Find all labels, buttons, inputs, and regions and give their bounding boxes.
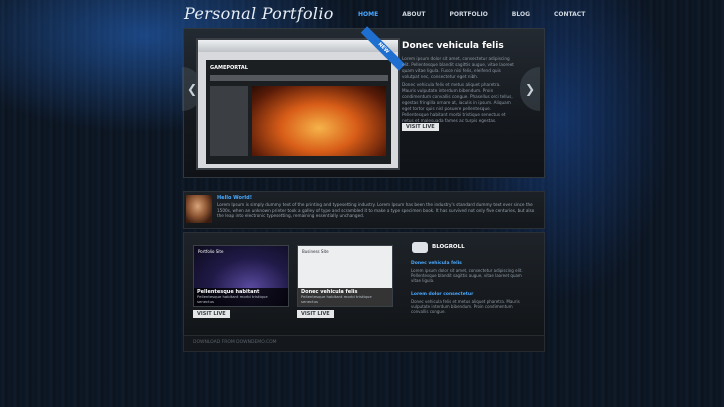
blog-post-title[interactable]: Lorem dolor consectetur bbox=[411, 292, 473, 297]
avatar bbox=[186, 195, 212, 223]
card-subtitle: Pellentesque habitant morbi tristique se… bbox=[197, 294, 268, 304]
card-1-visit-live-button[interactable]: VISIT LIVE bbox=[193, 310, 230, 318]
featured-paragraph-1: Lorem ipsum dolor sit amet, consectetur … bbox=[402, 56, 514, 79]
nav-contact[interactable]: CONTACT bbox=[554, 11, 585, 18]
portfolio-card-2[interactable]: Business Site Donec vehicula felis Pelle… bbox=[297, 245, 393, 307]
main-nav: HOME ABOUT PORTFOLIO BLOG CONTACT bbox=[358, 11, 609, 18]
portfolio-card-1[interactable]: Portfolio Site Pellentesque habitant Pel… bbox=[193, 245, 289, 307]
featured-paragraph-2: Donec vehicula felis et metus aliquet ph… bbox=[402, 82, 513, 123]
intro-text: Lorem Ipsum is simply dummy text of the … bbox=[217, 202, 535, 218]
speech-bubble-icon bbox=[412, 242, 428, 253]
footer-text: DOWNLOAD FROM DOWNDEMO.COM bbox=[193, 340, 277, 345]
nav-about[interactable]: ABOUT bbox=[402, 11, 425, 18]
screenshot-logo: GAMEPORTAL bbox=[210, 65, 248, 71]
card-thumb-label: Business Site bbox=[302, 249, 329, 254]
blog-post-text: Donec vehicula felis et metus aliquet ph… bbox=[411, 299, 520, 314]
card-caption: Pellentesque habitant Pellentesque habit… bbox=[194, 288, 288, 306]
blogroll-heading: BLOGROLL bbox=[432, 244, 465, 250]
card-thumb-label: Portfolio Site bbox=[198, 249, 224, 254]
featured-screenshot: GAMEPORTAL bbox=[196, 38, 400, 170]
screenshot-sidebar bbox=[210, 86, 248, 156]
screenshot-hero-image bbox=[252, 86, 386, 156]
nav-blog[interactable]: BLOG bbox=[512, 11, 530, 18]
blog-post-title[interactable]: Donec vehicula felis bbox=[411, 261, 462, 266]
intro-title: Hello World! bbox=[217, 195, 252, 201]
card-2-visit-live-button[interactable]: VISIT LIVE bbox=[297, 310, 334, 318]
browser-bar bbox=[198, 40, 398, 52]
screenshot-content: GAMEPORTAL bbox=[206, 60, 391, 164]
card-caption: Donec vehicula felis Pellentesque habita… bbox=[298, 288, 392, 306]
site-logo[interactable]: Personal Portfolio bbox=[184, 4, 334, 23]
nav-portfolio[interactable]: PORTFOLIO bbox=[450, 11, 488, 18]
featured-title: Donec vehicula felis bbox=[402, 41, 504, 51]
screenshot-tabs bbox=[210, 75, 388, 81]
featured-visit-live-button[interactable]: VISIT LIVE bbox=[402, 123, 439, 131]
nav-home[interactable]: HOME bbox=[358, 11, 378, 18]
blog-post-text: Lorem ipsum dolor sit amet, consectetur … bbox=[411, 268, 523, 283]
card-subtitle: Pellentesque habitant morbi tristique se… bbox=[301, 294, 372, 304]
